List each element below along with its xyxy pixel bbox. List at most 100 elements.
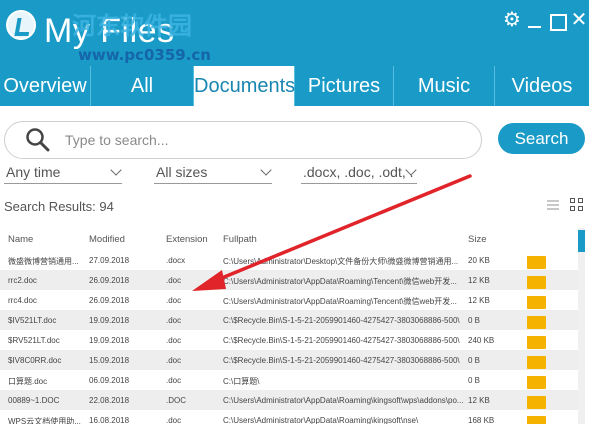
folder-icon[interactable] <box>527 296 546 309</box>
folder-icon[interactable] <box>527 276 546 289</box>
cell-name: WPS云文档使用助... <box>8 417 81 424</box>
table-row[interactable]: $RV521LT.doc 19.09.2018 .doc C:\$Recycle.Bi… <box>0 330 578 350</box>
cell-fullpath: C:\$Recycle.Bin\S-1-5-21-2059901460-4275… <box>223 316 460 325</box>
gear-icon[interactable]: ⚙ <box>502 10 522 30</box>
cell-modified: 06.09.2018 <box>89 376 130 385</box>
folder-icon[interactable] <box>527 396 546 409</box>
cell-fullpath: C:\Users\Administrator\AppData\Roaming\k… <box>223 396 463 405</box>
watermark-text: 河东软件园 <box>72 12 192 40</box>
cell-modified: 26.09.2018 <box>89 276 130 285</box>
app-logo-icon <box>6 10 36 40</box>
size-filter-value: All sizes <box>156 164 208 180</box>
tab-overview[interactable]: Overview <box>0 66 91 106</box>
maximize-icon[interactable] <box>547 10 567 31</box>
cell-modified: 19.09.2018 <box>89 336 130 345</box>
cell-modified: 26.09.2018 <box>89 296 130 305</box>
tab-music[interactable]: Music <box>394 66 495 106</box>
cell-extension: .doc <box>166 276 182 285</box>
cell-size: 240 KB <box>468 336 495 345</box>
cell-size: 0 B <box>468 376 481 385</box>
cell-name: $IV8C0RR.doc <box>8 356 62 365</box>
table-body: 微盛微博营销通用... 27.09.2018 .docx C:\Users\Admin… <box>0 250 578 424</box>
table-row[interactable]: 口算题.doc 06.09.2018 .doc C:\口算题\ 0 B <box>0 370 578 390</box>
time-filter-dropdown[interactable]: Any time <box>4 162 122 184</box>
tab-documents[interactable]: Documents <box>194 66 295 106</box>
minimize-icon[interactable] <box>525 10 545 30</box>
search-input[interactable] <box>65 130 465 150</box>
vertical-scrollbar[interactable] <box>578 228 585 424</box>
cell-size: 0 B <box>468 316 481 325</box>
search-button[interactable]: Search <box>498 123 585 154</box>
cell-size: 168 KB <box>468 416 495 424</box>
cell-modified: 19.09.2018 <box>89 316 130 325</box>
cell-size: 0 B <box>468 356 481 365</box>
close-icon[interactable]: ✕ <box>569 10 589 30</box>
time-filter-value: Any time <box>6 164 61 180</box>
table-row[interactable]: rrc2.doc 26.09.2018 .doc C:\Users\Administr… <box>0 270 578 290</box>
table-row[interactable]: $IV8C0RR.doc 15.09.2018 .doc C:\$Recycle.Bi… <box>0 350 578 370</box>
cell-extension: .docx <box>166 256 186 265</box>
folder-icon[interactable] <box>527 316 546 329</box>
search-results-count: Search Results: 94 <box>4 199 114 214</box>
table-header: Name Modified Extension Fullpath Size <box>0 228 578 250</box>
cell-name: 微盛微博营销通用... <box>8 257 79 266</box>
grid-view-icon[interactable] <box>570 198 584 212</box>
size-filter-dropdown[interactable]: All sizes <box>154 162 272 184</box>
column-header-modified[interactable]: Modified <box>89 234 159 245</box>
table-row[interactable]: WPS云文档使用助... 16.08.2018 .doc C:\Users\Admin… <box>0 410 578 424</box>
cell-size: 12 KB <box>468 296 490 305</box>
cell-fullpath: C:\Users\Administrator\AppData\Roaming\T… <box>223 277 457 286</box>
results-number: 94 <box>99 199 114 214</box>
cell-fullpath: C:\Users\Administrator\AppData\Roaming\T… <box>223 297 457 306</box>
cell-extension: .doc <box>166 356 182 365</box>
chevron-down-icon <box>260 164 272 176</box>
cell-name: $RV521LT.doc <box>8 336 60 345</box>
table-row[interactable]: 00889~1.DOC 22.08.2018 .DOC C:\Users\Admini… <box>0 390 578 410</box>
results-label: Search Results: <box>4 199 96 214</box>
results-table: Name Modified Extension Fullpath Size 微盛… <box>0 228 578 424</box>
cell-fullpath: C:\$Recycle.Bin\S-1-5-21-2059901460-4275… <box>223 336 460 345</box>
table-row[interactable]: rrc4.doc 26.09.2018 .doc C:\Users\Administr… <box>0 290 578 310</box>
cell-name: $IV521LT.doc <box>8 316 57 325</box>
cell-modified: 22.08.2018 <box>89 396 130 405</box>
folder-icon[interactable] <box>527 376 546 389</box>
table-row[interactable]: 微盛微博营销通用... 27.09.2018 .docx C:\Users\Admin… <box>0 250 578 270</box>
folder-icon[interactable] <box>527 256 546 269</box>
tab-pictures[interactable]: Pictures <box>295 66 394 106</box>
watermark-url: www.pc0359.cn <box>78 46 211 64</box>
cell-modified: 16.08.2018 <box>89 416 130 424</box>
cell-modified: 27.09.2018 <box>89 256 130 265</box>
folder-icon[interactable] <box>527 336 546 349</box>
folder-icon[interactable] <box>527 356 546 369</box>
cell-size: 12 KB <box>468 276 490 285</box>
cell-name: rrc4.doc <box>8 296 37 305</box>
cell-fullpath: C:\Users\Administrator\AppData\Roaming\k… <box>223 416 419 424</box>
folder-icon[interactable] <box>527 416 546 424</box>
category-tabs: Overview All Documents Pictures Music Vi… <box>0 66 589 106</box>
column-header-size[interactable]: Size <box>468 234 518 245</box>
cell-modified: 15.09.2018 <box>89 356 130 365</box>
cell-extension: .doc <box>166 376 182 385</box>
cell-name: 口算题.doc <box>8 377 48 386</box>
scrollbar-thumb[interactable] <box>578 230 585 252</box>
cell-fullpath: C:\口算题\ <box>223 377 260 386</box>
tab-videos[interactable]: Videos <box>495 66 589 106</box>
search-icon <box>26 128 50 152</box>
table-row[interactable]: $IV521LT.doc 19.09.2018 .doc C:\$Recycle.Bi… <box>0 310 578 330</box>
list-view-icon[interactable] <box>547 200 559 212</box>
title-bar: My Files 河东软件园 www.pc0359.cn ⚙ ✕ <box>0 0 589 66</box>
tab-all[interactable]: All <box>91 66 194 106</box>
cell-fullpath: C:\$Recycle.Bin\S-1-5-21-2059901460-4275… <box>223 356 460 365</box>
search-box <box>4 121 482 159</box>
cell-size: 12 KB <box>468 396 490 405</box>
cell-extension: .doc <box>166 336 182 345</box>
column-header-extension[interactable]: Extension <box>166 234 216 245</box>
column-header-fullpath[interactable]: Fullpath <box>223 234 463 245</box>
chevron-down-icon <box>110 164 122 176</box>
cell-extension: .DOC <box>166 396 186 405</box>
cell-name: rrc2.doc <box>8 276 37 285</box>
column-header-name[interactable]: Name <box>8 234 86 245</box>
extension-filter-dropdown[interactable]: .docx, .doc, .odt, . <box>301 162 417 184</box>
cell-extension: .doc <box>166 416 182 424</box>
extension-filter-value: .docx, .doc, .odt, . <box>303 164 414 180</box>
